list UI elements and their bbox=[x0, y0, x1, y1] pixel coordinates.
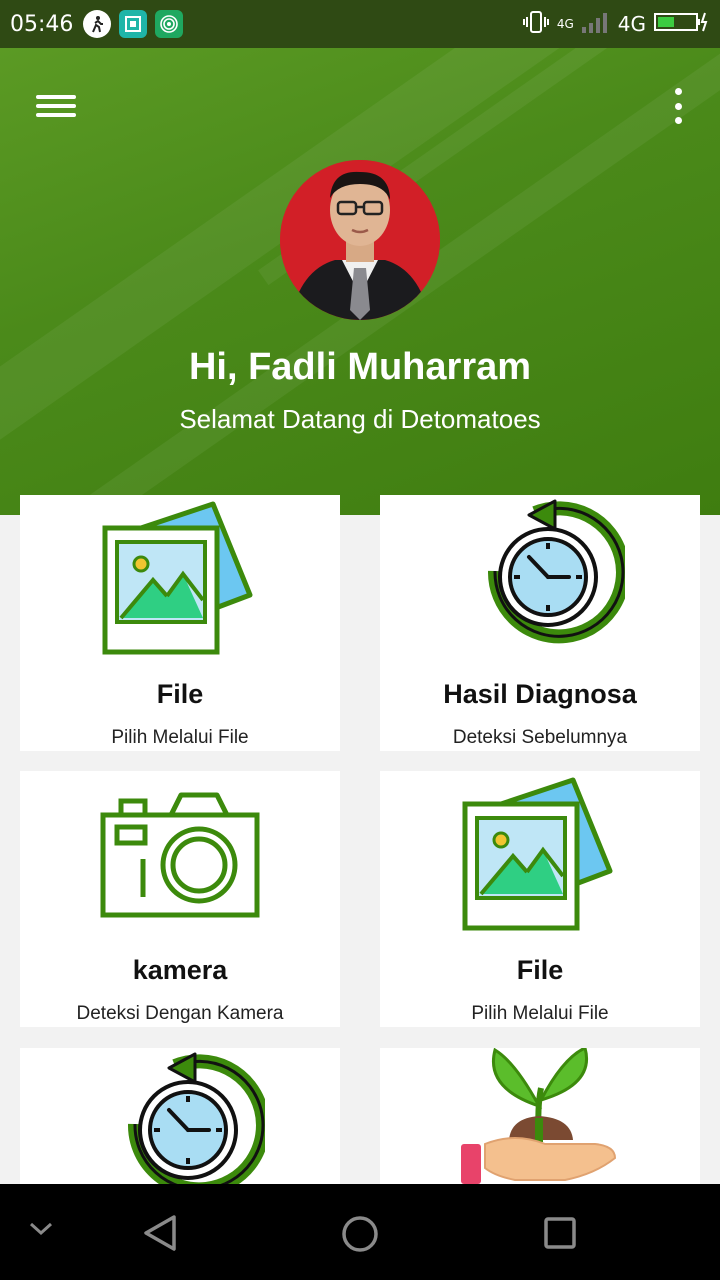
greeting-title: Hi, Fadli Muharram bbox=[188, 346, 532, 388]
card-subtitle: Deteksi Sebelumnya bbox=[452, 727, 628, 748]
home-icon[interactable] bbox=[340, 1214, 380, 1259]
gallery-icon bbox=[20, 495, 340, 660]
status-bar: 05:46 4G 4G bbox=[0, 0, 720, 48]
hamburger-menu-icon[interactable] bbox=[36, 90, 76, 122]
back-icon[interactable] bbox=[142, 1214, 178, 1257]
card-subtitle: Deteksi Dengan Kamera bbox=[76, 1003, 284, 1024]
profile-header: Hi, Fadli Muharram Selamat Datang di Det… bbox=[0, 48, 720, 515]
network-type-label: 4G bbox=[617, 12, 646, 36]
card-camera[interactable]: kamera Deteksi Dengan Kamera bbox=[20, 771, 340, 1027]
card-file[interactable]: File Pilih Melalui File bbox=[20, 495, 340, 751]
avatar[interactable] bbox=[280, 160, 440, 320]
vibrate-icon bbox=[522, 10, 549, 39]
history-clock-icon bbox=[380, 495, 700, 660]
card-file-2[interactable]: File Pilih Melalui File bbox=[380, 771, 700, 1027]
card-title: kamera bbox=[132, 955, 228, 985]
gallery-icon bbox=[380, 771, 700, 936]
status-time: 05:46 bbox=[10, 11, 74, 37]
chevron-down-icon[interactable] bbox=[28, 1220, 54, 1243]
hotspot-icon bbox=[155, 10, 184, 38]
card-subtitle: Pilih Melalui File bbox=[471, 1003, 609, 1024]
signal-icon bbox=[581, 11, 610, 38]
battery-icon bbox=[654, 11, 710, 38]
card-title: File bbox=[156, 679, 204, 709]
system-nav-bar bbox=[0, 1184, 720, 1280]
card-history[interactable]: Hasil Diagnosa Deteksi Sebelumnya bbox=[380, 495, 700, 751]
card-title: File bbox=[516, 955, 564, 985]
card-title: Hasil Diagnosa bbox=[443, 679, 637, 709]
running-person-icon bbox=[83, 10, 112, 38]
screenshot-icon bbox=[119, 10, 148, 38]
card-subtitle: Pilih Melalui File bbox=[111, 727, 249, 748]
data-arrows-label: 4G bbox=[556, 17, 574, 31]
welcome-subtitle: Selamat Datang di Detomatoes bbox=[179, 404, 541, 434]
recents-icon[interactable] bbox=[543, 1216, 577, 1255]
camera-icon bbox=[20, 771, 340, 936]
more-vertical-icon[interactable] bbox=[670, 88, 686, 124]
